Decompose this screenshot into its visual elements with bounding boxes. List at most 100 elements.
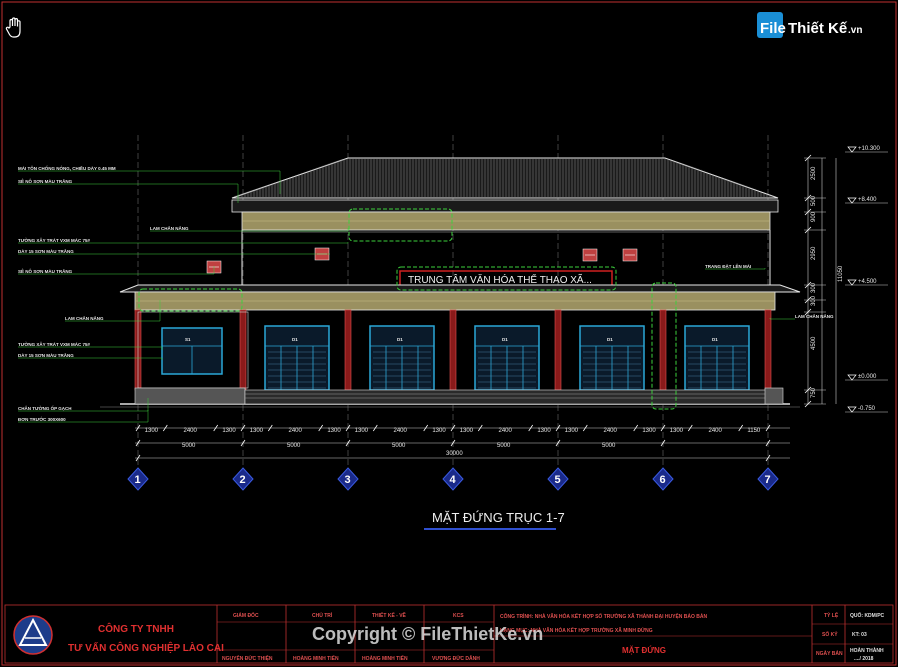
header-designer: THIẾT KẾ - VẼ [372, 612, 407, 619]
dim-segment-text: 1300 [642, 428, 656, 434]
vertical-dim-text: 500 [811, 195, 817, 206]
annotation-text: LAM CHẮN NẮNG [150, 224, 189, 231]
axis-label: 5 [555, 474, 561, 486]
column [239, 309, 247, 391]
hand-pan-icon[interactable] [5, 17, 21, 38]
axis-label: 1 [135, 474, 141, 486]
level-text: +8.400 [858, 197, 877, 203]
right-label-date: NGÀY BẢN [816, 650, 843, 657]
dim-total: 30000 [446, 451, 463, 457]
level-marker: +10.300 [845, 146, 888, 153]
dim-segment-text: 1300 [355, 428, 369, 434]
door-d1-label: D1 [712, 337, 718, 342]
vertical-dim-text: 2500 [811, 166, 817, 180]
vertical-dim-text: 300 [811, 282, 817, 293]
horizontal-dimensions: 1300 2400 1300 1300 2400 1300 1300 2400 1300 1300… [135, 424, 790, 462]
axis-bubble: 6 [652, 467, 674, 491]
column [449, 309, 457, 391]
axis-bubbles: 1 2 3 4 5 6 7 [127, 467, 779, 491]
annotation-text: LAM CHẮN NẮNG [65, 314, 104, 321]
axis-bubble: 2 [232, 467, 254, 491]
window-s1: S1 [161, 327, 223, 375]
annotation-text: MÁI TÔN CHỐNG NÓNG, CHIỀU DÀY 0.45 MM [18, 164, 116, 171]
dim-segment-text: 2400 [289, 428, 303, 434]
annotation-text: SÊ NÔ SƠN MÀU TRẮNG [18, 177, 73, 184]
drawing-title: MẶT ĐỨNG TRỤC 1-7 [432, 510, 565, 525]
dim-segment-text: 1150 [747, 428, 761, 434]
axis-bubble: 3 [337, 467, 359, 491]
dim-segment-text: 1300 [432, 428, 446, 434]
dim-segment-text: 2400 [394, 428, 408, 434]
door-d1: D1 [264, 325, 330, 391]
vertical-dimensions: 2500 500 900 2950 300 300 4500 750 11050 [804, 154, 844, 408]
axis-label: 3 [345, 474, 351, 486]
dim-segment-text: 1300 [222, 428, 236, 434]
level-text: +4.500 [858, 279, 877, 285]
base-tile-left [134, 387, 246, 405]
header-lead: CHỦ TRÌ [312, 611, 333, 619]
logo-suffix: .vn [848, 25, 862, 36]
axis-label: 7 [765, 474, 771, 486]
axis-bubble: 4 [442, 467, 464, 491]
annotation-text: TƯỜNG XÂY TRÁT VXM MÁC 75# [18, 340, 90, 347]
dim-segment-text: 1300 [565, 428, 579, 434]
front-steps [244, 389, 776, 405]
annotation-text: LAM CHẮN NẮNG [795, 312, 834, 319]
logo-part2: Thiết Kế [788, 20, 848, 37]
axis-bubble: 5 [547, 467, 569, 491]
annotation-text: TRANG ĐẶT LÊN MÁI [705, 262, 751, 269]
upper-roof [231, 157, 779, 199]
name-director: NGUYỄN ĐỨC THIỆN [222, 654, 273, 662]
marker-tags [206, 247, 638, 274]
door-d1-label: D1 [502, 337, 508, 342]
axis-bubble: 7 [757, 467, 779, 491]
sign-text: TRUNG TÂM VĂN HÓA THỂ THAO XÃ... [408, 273, 592, 286]
right-value-2: KT: 03 [852, 632, 867, 638]
axis-label: 2 [240, 474, 246, 486]
dim-bay-text: 5000 [392, 443, 406, 449]
right-value-3: HOÀN THÀNH [850, 647, 884, 654]
annotation-text: TƯỜNG XÂY TRÁT VXM MÁC 75# [18, 236, 90, 243]
header-director: GIÁM ĐỐC [233, 612, 259, 619]
dim-segment-text: 2400 [709, 428, 723, 434]
door-d1: D1 [474, 325, 540, 391]
name-kcs: VƯƠNG ĐỨC DÂNH [432, 655, 480, 662]
vertical-dim-text: 2950 [811, 246, 817, 260]
marker-tag-icon [622, 248, 638, 262]
name-designer: HOÀNG MINH TIẾN [362, 655, 408, 662]
dim-bay-text: 5000 [182, 443, 196, 449]
dim-bay-text: 5000 [287, 443, 301, 449]
door-d1: D1 [684, 325, 750, 391]
door-d1-label: D1 [397, 337, 403, 342]
company-line1: CÔNG TY TNHH [98, 622, 174, 635]
company-emblem-icon [13, 615, 53, 655]
vertical-dim-text: 11050 [838, 265, 844, 282]
level-marker: +8.400 [845, 197, 888, 204]
dim-segment-text: 1300 [537, 428, 551, 434]
filethietke-logo: File Thiết Kế .vn [757, 12, 862, 38]
dim-bay-text: 5000 [497, 443, 511, 449]
sheet-title: MẶT ĐỨNG [622, 646, 666, 655]
level-text: -0.750 [858, 406, 876, 412]
dim-segment-text: 1300 [670, 428, 684, 434]
axis-bubble: 1 [127, 467, 149, 491]
right-value-1: QUỐ: KDM/PC [850, 612, 885, 619]
dim-segment-text: 1300 [250, 428, 264, 434]
column [659, 309, 667, 391]
annotation-text: DÀY 15 SƠN MÀU TRẮNG [18, 247, 74, 254]
vertical-dim-text: 300 [811, 295, 817, 306]
window-s1-label: S1 [185, 337, 191, 342]
dim-segment-text: 1300 [460, 428, 474, 434]
level-marker: +4.500 [845, 279, 888, 286]
annotation-text: ĐƠN TRƯỚC 300X600 [18, 415, 66, 422]
name-lead: HOÀNG MINH TIẾN [293, 655, 339, 662]
level-text: +10.300 [858, 146, 881, 152]
upper-fascia [231, 199, 779, 213]
company-line2: TƯ VẤN CÔNG NGHIỆP LÀO CAI [68, 641, 224, 654]
column [764, 309, 772, 391]
vertical-dim-text: 4500 [811, 336, 817, 350]
dim-segment-text: 1300 [327, 428, 341, 434]
marker-tag-icon [582, 248, 598, 262]
header-kcs: KCS [453, 613, 464, 619]
vertical-dim-text: 750 [811, 387, 817, 398]
